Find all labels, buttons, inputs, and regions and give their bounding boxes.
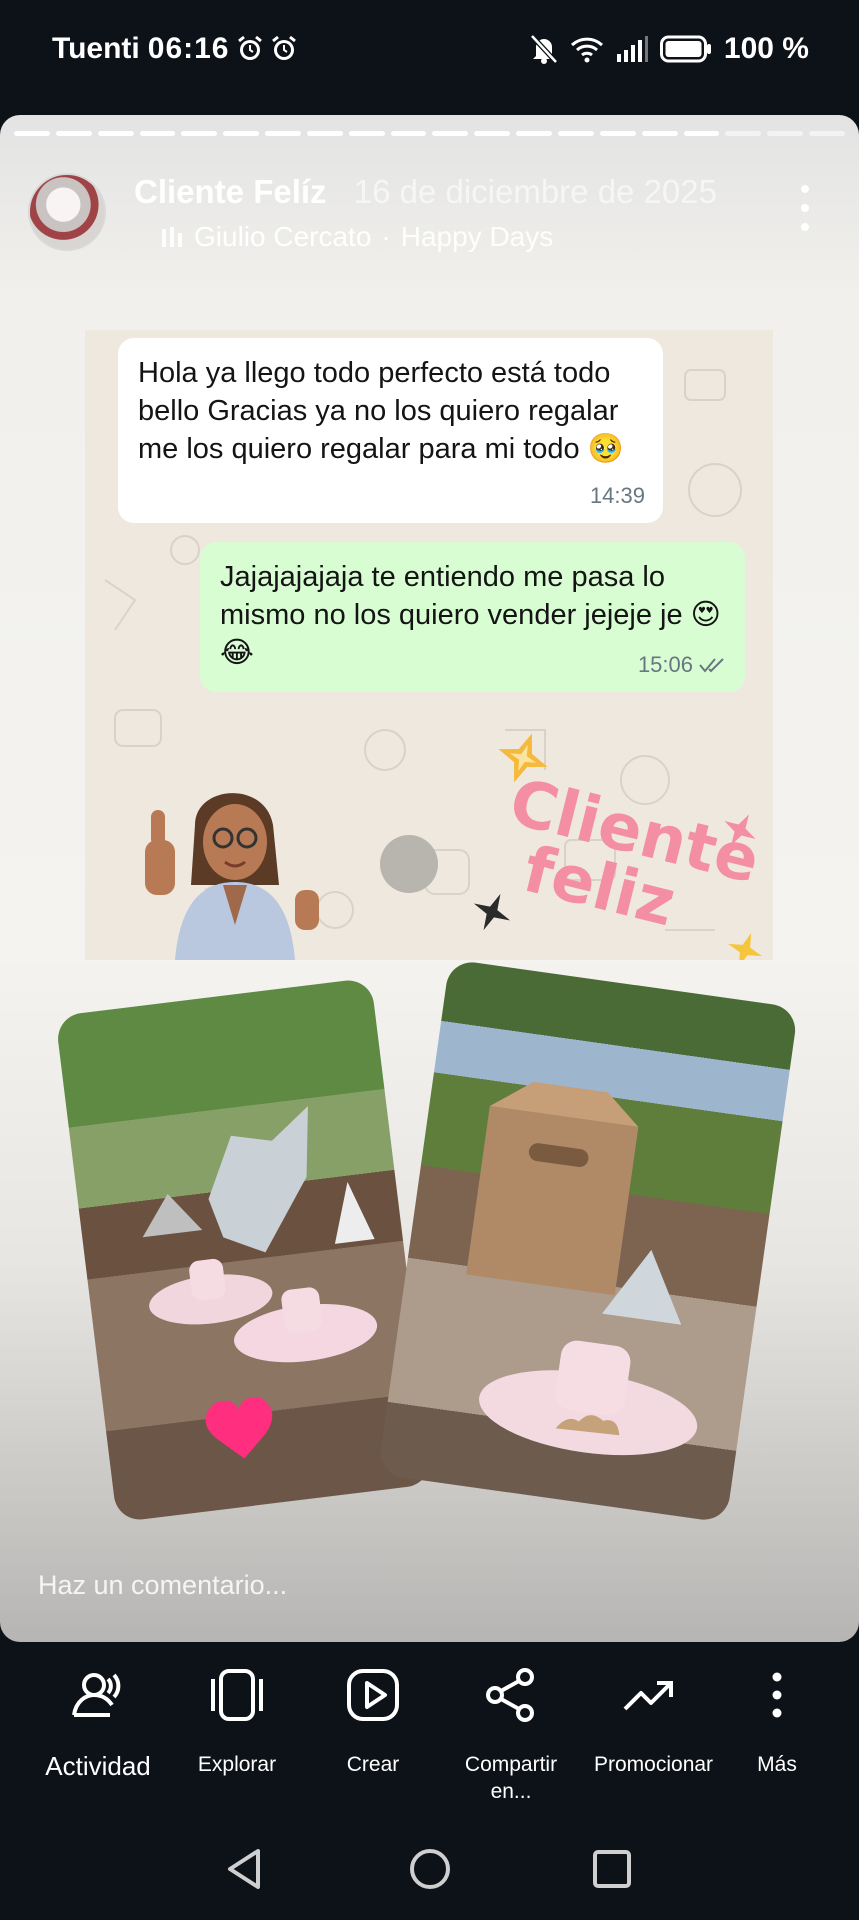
progress-segment (181, 131, 218, 136)
share-button[interactable]: Compartir en... (441, 1665, 581, 1805)
story-more-button[interactable] (795, 185, 815, 231)
play-icon (347, 1669, 399, 1721)
progress-segment (809, 131, 845, 136)
story-title: Cliente Felíz 16 de diciembre de 2025 (134, 173, 717, 211)
progress-segment (390, 131, 427, 136)
clock: 06:16 (147, 32, 230, 65)
promote-button[interactable]: Promocionar (579, 1665, 719, 1778)
progress-segment (599, 131, 636, 136)
more-vertical-icon (772, 1672, 782, 1718)
explore-label: Explorar (197, 1753, 277, 1776)
promote-label: Promocionar (594, 1753, 714, 1776)
progress-segment (432, 131, 469, 136)
back-icon[interactable] (222, 1845, 266, 1893)
create-label: Crear (346, 1753, 400, 1776)
story-progress-bar (14, 131, 845, 136)
heart-icon (205, 1397, 273, 1459)
progress-segment (223, 131, 260, 136)
wifi-icon (570, 35, 604, 63)
product-photo-2 (377, 959, 799, 1523)
story-date: 16 de diciembre de 2025 (353, 173, 717, 210)
progress-segment (516, 131, 552, 136)
story-viewer[interactable]: Cliente Felíz 16 de diciembre de 2025 Gi… (0, 115, 859, 1642)
alarm-icon (270, 35, 298, 63)
progress-segment (139, 131, 176, 136)
status-left: Tuenti 06:16 (52, 32, 298, 66)
status-bar: Tuenti 06:16 100 % (0, 0, 859, 100)
outgoing-message: Jajajajajaja te entiendo me pasa lo mism… (200, 542, 745, 692)
share-label: Compartir en... (464, 1753, 558, 1803)
incoming-message: Hola ya llego todo perfecto está todo be… (118, 338, 663, 523)
progress-segment (348, 131, 385, 136)
system-nav-bar (0, 1820, 859, 1920)
progress-segment (97, 131, 134, 136)
avatar[interactable] (28, 173, 106, 251)
recents-icon[interactable] (590, 1845, 634, 1893)
gray-avatar-badge (380, 835, 438, 893)
double-check-icon (699, 656, 727, 674)
progress-segment (725, 131, 762, 136)
carrier-label: Tuenti (52, 32, 140, 65)
music-bars-icon (160, 225, 184, 249)
progress-segment (474, 131, 511, 136)
battery-icon (659, 35, 712, 63)
home-icon[interactable] (406, 1845, 454, 1893)
explore-icon (211, 1669, 263, 1721)
dot (801, 223, 809, 231)
battery-percent: 100 % (723, 32, 809, 65)
progress-segment (14, 131, 50, 136)
dot (801, 185, 809, 193)
activity-button[interactable]: Actividad (28, 1665, 168, 1780)
create-button[interactable]: Crear (303, 1665, 443, 1778)
explore-button[interactable]: Explorar (167, 1665, 307, 1778)
music-separator: · (381, 221, 391, 252)
activity-label: Actividad (45, 1751, 151, 1781)
mute-icon (530, 34, 558, 64)
thumbs-up-avatar-sticker (145, 793, 319, 960)
author-name[interactable]: Cliente Felíz (134, 173, 327, 210)
story-action-bar: Actividad Explorar Crear Compartir en...… (0, 1645, 859, 1820)
progress-segment (55, 131, 92, 136)
progress-segment (683, 131, 720, 136)
music-info[interactable]: Giulio Cercato · Happy Days (160, 221, 553, 253)
dot (801, 204, 809, 212)
progress-segment (306, 131, 343, 136)
share-icon (486, 1668, 534, 1722)
music-song: Happy Days (400, 221, 554, 252)
comment-input[interactable]: Haz un comentario... (38, 1570, 287, 1601)
progress-segment (557, 131, 594, 136)
alarm-icon (236, 35, 264, 63)
incoming-message-text: Hola ya llego todo perfecto está todo be… (138, 357, 624, 465)
chat-screenshot: Hola ya llego todo perfecto está todo be… (85, 330, 773, 960)
product-photo-1 (55, 977, 433, 1523)
signal-icon (616, 36, 648, 62)
progress-segment (767, 131, 804, 136)
progress-segment (265, 131, 301, 136)
activity-icon (72, 1673, 121, 1717)
status-right: 100 % (530, 32, 809, 66)
more-button[interactable]: Más (707, 1665, 847, 1778)
story-header: Cliente Felíz 16 de diciembre de 2025 Gi… (0, 155, 859, 255)
more-label: Más (757, 1753, 797, 1776)
progress-segment (641, 131, 678, 136)
outgoing-message-time: 15:06 (637, 652, 693, 677)
trending-up-icon (623, 1681, 673, 1711)
incoming-message-time: 14:39 (589, 483, 645, 508)
sparkle-icon (473, 893, 511, 931)
music-artist: Giulio Cercato (194, 221, 372, 252)
